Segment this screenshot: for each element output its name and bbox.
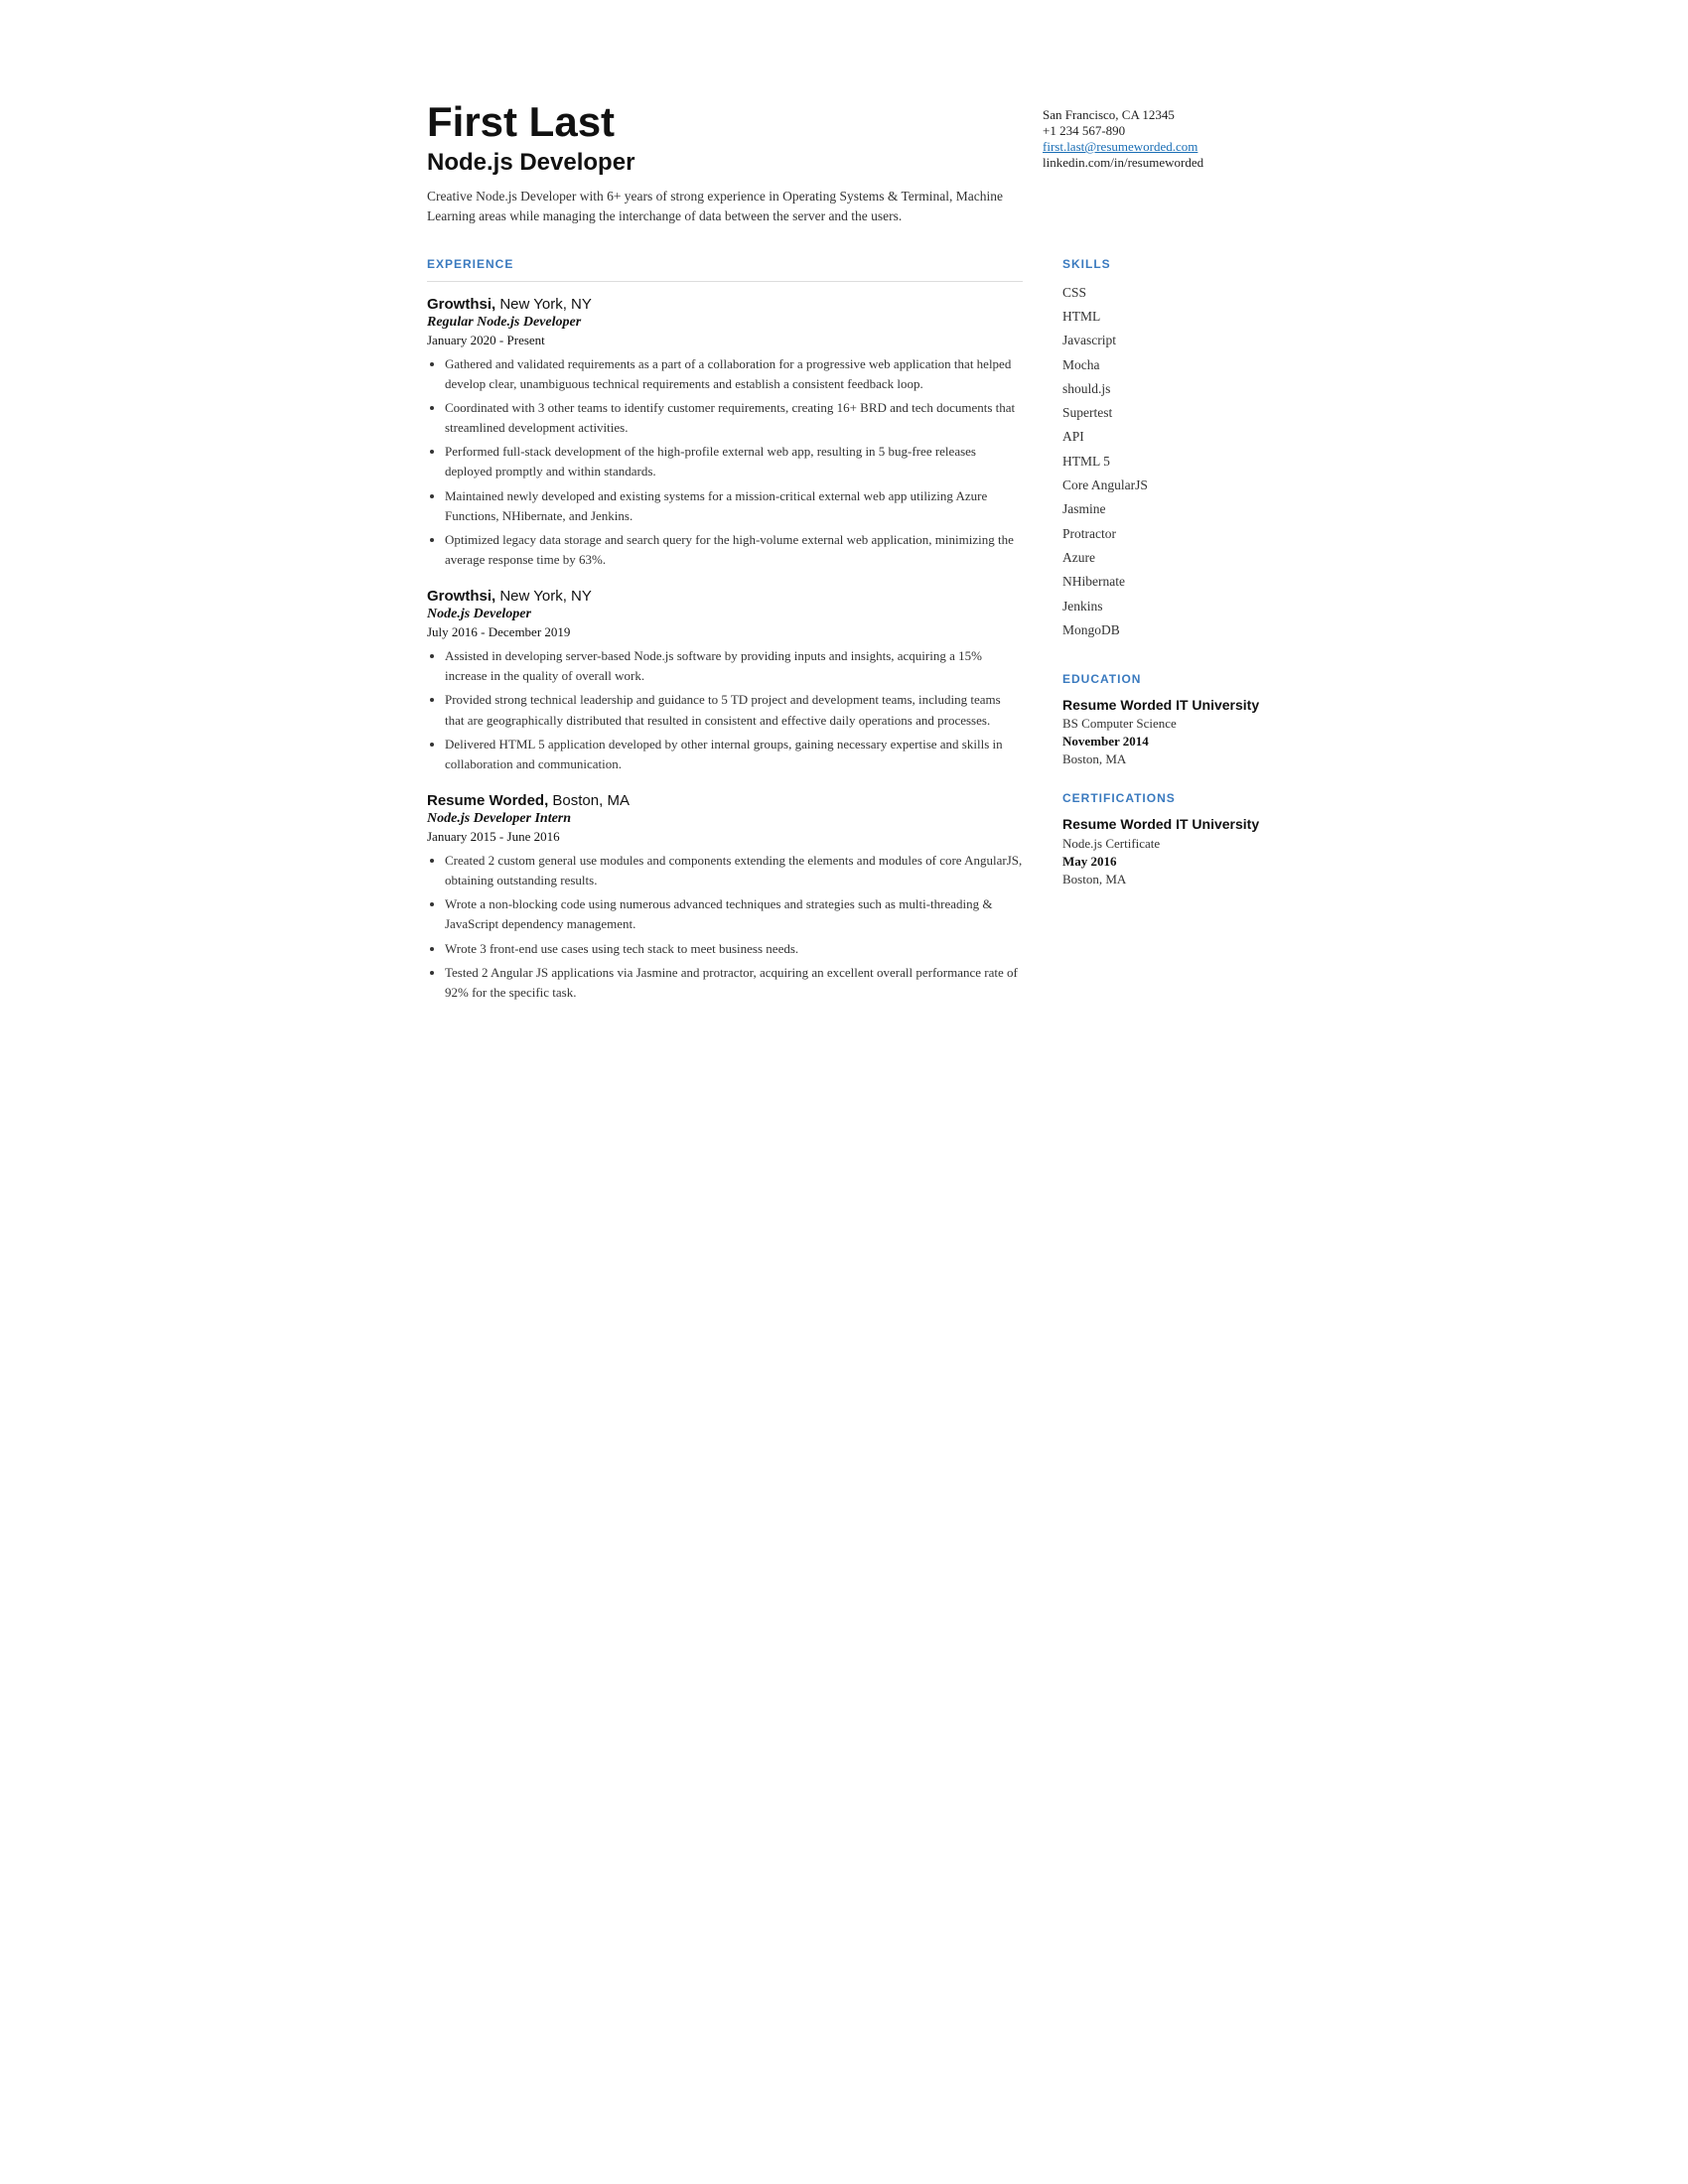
contact-phone: +1 234 567-890 (1043, 123, 1261, 139)
bullet-item: Delivered HTML 5 application developed b… (445, 735, 1023, 774)
edu-institution-1: Resume Worded IT University (1062, 696, 1261, 714)
contact-email[interactable]: first.last@resumeworded.com (1043, 139, 1197, 154)
job-3-dates: January 2015 - June 2016 (427, 829, 1023, 845)
skill-jenkins: Jenkins (1062, 595, 1261, 618)
cert-block-1: Resume Worded IT University Node.js Cert… (1062, 815, 1261, 887)
job-2-title: Node.js Developer (427, 607, 1023, 622)
contact-address: San Francisco, CA 12345 (1043, 107, 1261, 123)
main-column: EXPERIENCE Growthsi, New York, NY Regula… (427, 257, 1023, 1021)
job-2-bullets: Assisted in developing server-based Node… (427, 646, 1023, 774)
job-3-bullets: Created 2 custom general use modules and… (427, 851, 1023, 1003)
candidate-name: First Last (427, 99, 1043, 145)
contact-linkedin: linkedin.com/in/resumeworded (1043, 155, 1261, 171)
bullet-item: Gathered and validated requirements as a… (445, 354, 1023, 394)
bullet-item: Wrote 3 front-end use cases using tech s… (445, 939, 1023, 959)
skills-section-label: SKILLS (1062, 257, 1261, 271)
header-contact: San Francisco, CA 12345 +1 234 567-890 f… (1043, 99, 1261, 171)
job-2: Growthsi, New York, NY Node.js Developer… (427, 588, 1023, 774)
skill-jasmine: Jasmine (1062, 497, 1261, 521)
cert-location-1: Boston, MA (1062, 872, 1261, 887)
skill-nhibernate: NHibernate (1062, 570, 1261, 594)
skill-shouldjs: should.js (1062, 377, 1261, 401)
job-3: Resume Worded, Boston, MA Node.js Develo… (427, 792, 1023, 1003)
job-1: Growthsi, New York, NY Regular Node.js D… (427, 296, 1023, 570)
bullet-item: Coordinated with 3 other teams to identi… (445, 398, 1023, 438)
job-2-location: New York, NY (495, 588, 592, 605)
job-2-company-line: Growthsi, New York, NY (427, 588, 1023, 605)
resume-page: First Last Node.js Developer Creative No… (367, 40, 1321, 2144)
job-2-dates: July 2016 - December 2019 (427, 624, 1023, 640)
job-3-location: Boston, MA (548, 792, 630, 809)
bullet-item: Maintained newly developed and existing … (445, 486, 1023, 526)
candidate-summary: Creative Node.js Developer with 6+ years… (427, 187, 1003, 227)
bullet-item: Created 2 custom general use modules and… (445, 851, 1023, 890)
bullet-item: Assisted in developing server-based Node… (445, 646, 1023, 686)
skill-css: CSS (1062, 281, 1261, 305)
skill-azure: Azure (1062, 546, 1261, 570)
skill-protractor: Protractor (1062, 522, 1261, 546)
candidate-title: Node.js Developer (427, 149, 1043, 177)
experience-divider (427, 281, 1023, 282)
job-1-dates: January 2020 - Present (427, 333, 1023, 348)
bullet-item: Performed full-stack development of the … (445, 442, 1023, 481)
education-block-1: Resume Worded IT University BS Computer … (1062, 696, 1261, 767)
skill-angularjs: Core AngularJS (1062, 474, 1261, 497)
job-3-title: Node.js Developer Intern (427, 811, 1023, 827)
skill-mongodb: MongoDB (1062, 618, 1261, 642)
edu-date-1: November 2014 (1062, 734, 1261, 750)
bullet-item: Optimized legacy data storage and search… (445, 530, 1023, 570)
edu-location-1: Boston, MA (1062, 751, 1261, 767)
certifications-section-label: CERTIFICATIONS (1062, 791, 1261, 805)
job-2-company: Growthsi, (427, 588, 495, 605)
skills-list: CSS HTML Javascript Mocha should.js Supe… (1062, 281, 1261, 642)
cert-degree-1: Node.js Certificate (1062, 836, 1261, 852)
job-1-company-line: Growthsi, New York, NY (427, 296, 1023, 313)
education-section-label: EDUCATION (1062, 672, 1261, 686)
job-1-title: Regular Node.js Developer (427, 315, 1023, 331)
bullet-item: Tested 2 Angular JS applications via Jas… (445, 963, 1023, 1003)
side-column: SKILLS CSS HTML Javascript Mocha should.… (1062, 257, 1261, 1021)
job-1-location: New York, NY (495, 296, 592, 313)
job-3-company: Resume Worded, (427, 792, 548, 809)
job-1-bullets: Gathered and validated requirements as a… (427, 354, 1023, 570)
skill-supertest: Supertest (1062, 401, 1261, 425)
bullet-item: Wrote a non-blocking code using numerous… (445, 894, 1023, 934)
skill-mocha: Mocha (1062, 353, 1261, 377)
bullet-item: Provided strong technical leadership and… (445, 690, 1023, 730)
cert-institution-1: Resume Worded IT University (1062, 815, 1261, 833)
skill-html: HTML (1062, 305, 1261, 329)
job-1-company: Growthsi, (427, 296, 495, 313)
edu-degree-1: BS Computer Science (1062, 716, 1261, 732)
body-columns: EXPERIENCE Growthsi, New York, NY Regula… (427, 257, 1261, 1021)
header-section: First Last Node.js Developer Creative No… (427, 99, 1261, 227)
skill-api: API (1062, 425, 1261, 449)
cert-date-1: May 2016 (1062, 854, 1261, 870)
skill-javascript: Javascript (1062, 329, 1261, 352)
header-left: First Last Node.js Developer Creative No… (427, 99, 1043, 227)
skill-html5: HTML 5 (1062, 450, 1261, 474)
experience-section-label: EXPERIENCE (427, 257, 1023, 271)
job-3-company-line: Resume Worded, Boston, MA (427, 792, 1023, 809)
